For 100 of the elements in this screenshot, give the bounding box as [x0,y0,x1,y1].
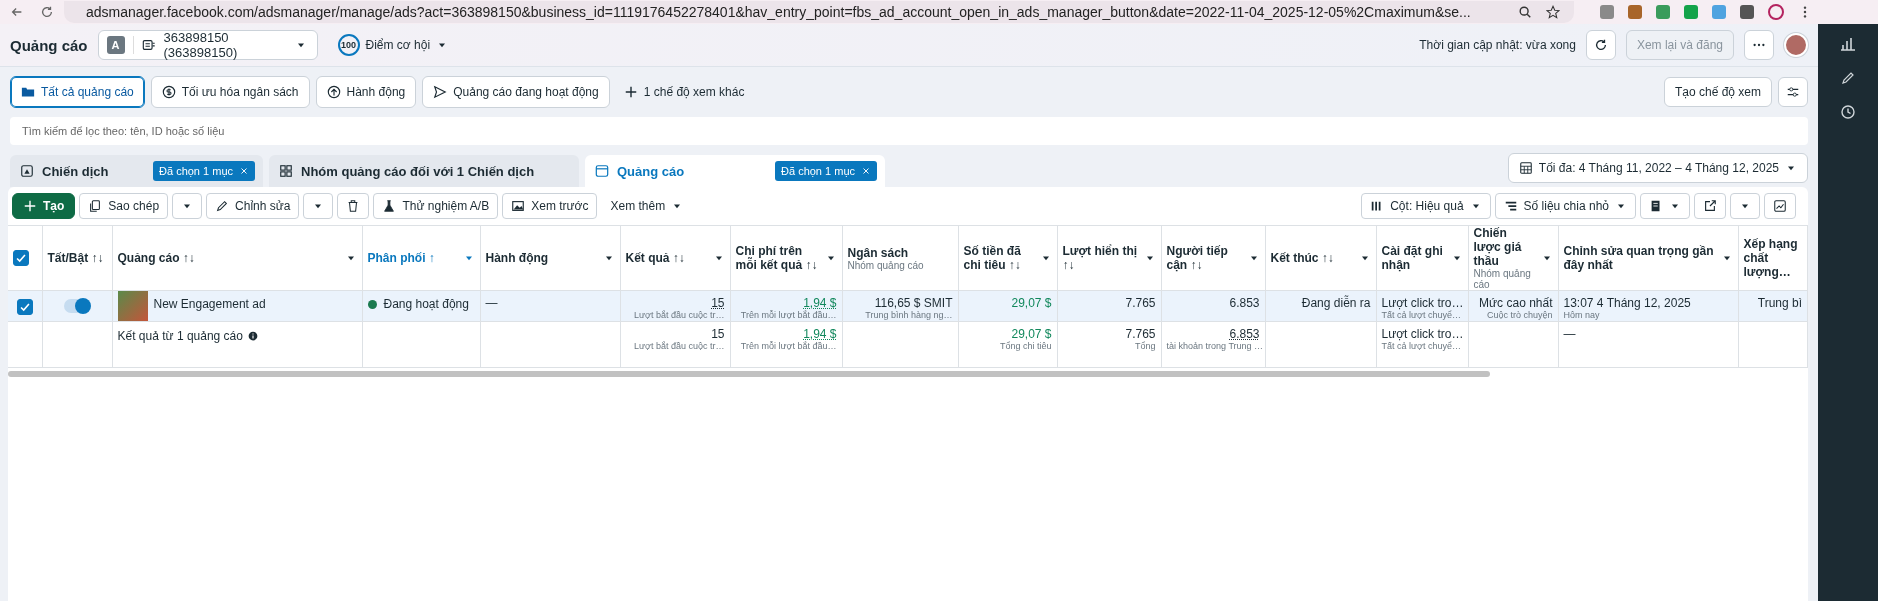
toggle-switch[interactable] [64,299,90,313]
pencil-icon [215,199,230,213]
preview-button[interactable]: Xem trước [502,193,598,219]
view-tab[interactable]: Tối ưu hóa ngân sách [150,76,310,108]
cell-caption: Trên mỗi lượt bắt đầu… [739,341,837,351]
copy-button[interactable]: Sao chép [79,193,169,219]
profile-icon[interactable] [1768,4,1784,20]
search-field[interactable]: Tìm kiếm để lọc theo: tên, ID hoặc số liệu [10,117,1808,145]
reports-button[interactable] [1640,193,1690,219]
ad-name[interactable]: New Engagement ad [153,297,266,311]
cell-caption: Tất cả lượt chuyể… [1381,310,1462,320]
chart-icon [1773,199,1787,213]
summary-label: Kết quả từ 1 quảng cáo [117,329,243,343]
cell-value: Lượt click tro… [1381,327,1463,341]
account-selector[interactable]: A 363898150 (363898150) [97,30,318,60]
view-tab[interactable]: Quảng cáo đang hoạt động [422,76,610,108]
delete-button[interactable] [337,193,370,219]
cell-caption: Tổng [1134,341,1156,351]
cell-caption: Trên mỗi lượt bắt đầu… [739,310,837,320]
cell-value: 1,94 $ [802,296,837,310]
rows-icon [1503,199,1518,213]
cell-value: 1,94 $ [802,327,837,341]
pencil-icon[interactable] [1840,70,1856,86]
view-tab[interactable]: Hành động [315,76,417,108]
create-button[interactable]: Tạo [12,193,76,219]
selection-chip[interactable]: Đã chọn 1 mục [775,161,877,181]
image-icon [511,199,526,213]
account-icon [141,38,156,52]
cell-value: 6.853 [1228,327,1260,341]
level-tab[interactable]: Nhóm quảng cáo đối với 1 Chiến dịch [269,155,579,187]
folder-icon [21,85,35,99]
cell-value: 7.765 [1124,296,1156,310]
url-field[interactable]: adsmanager.facebook.com/adsmanager/manage/ads?act=363898150&business_id=1119176452278401&hav_entry_point=fbs_ad_account_open_in_ads_manager_button&date=2022-11-04_2025-12-05%2Cmaximum&se... [64,1,1574,23]
columns-button[interactable]: Cột: Hiệu quả [1361,193,1491,219]
checkbox[interactable] [16,299,33,315]
clock-icon[interactable] [1840,104,1856,120]
cell-value: 29,07 $ [1010,327,1052,341]
customize-button[interactable] [1778,77,1808,107]
cell-value: 6.853 [1228,296,1260,310]
selection-chip[interactable]: Đã chọn 1 mục [153,161,255,181]
cell-value: 116,65 $ SMIT [873,296,953,310]
star-icon[interactable] [1546,5,1560,19]
reload-icon[interactable] [40,5,54,19]
photo-placeholder [117,291,148,321]
cell-value: 15 [710,327,725,341]
refresh-button[interactable] [1585,30,1616,60]
column-header[interactable]: Kết thúc ↑↓ [1270,251,1371,265]
edit-button[interactable]: Chỉnh sửa [206,193,300,219]
column-header[interactable]: Kết quả ↑↓ [625,251,725,265]
close-icon [239,166,249,176]
date-range-button[interactable]: Tối đa: 4 Tháng 11, 2022 – 4 Tháng 12, 2025 [1507,153,1808,183]
level-tab[interactable]: Quảng cáo Đã chọn 1 mục [585,155,885,187]
column-subtitle: Nhóm quảng cáo [847,259,925,271]
update-time: Thời gian cập nhật: vừa xong [1419,38,1576,52]
checkbox[interactable] [13,250,29,266]
create-view-button[interactable]: Tạo chế độ xem [1663,77,1772,107]
scrollbar-thumb[interactable] [8,371,1490,377]
export-button[interactable] [1694,193,1726,219]
cell-value: 15 [710,296,725,310]
plus-icon [623,85,638,99]
opportunity-score[interactable]: 100 Điểm cơ hội [337,34,449,56]
info-icon[interactable] [247,331,258,341]
plus-icon [23,199,37,213]
refresh-icon [1593,38,1608,52]
bar-chart-icon[interactable] [1840,36,1856,52]
level-tab[interactable]: Chiến dịch Đã chọn 1 mục [10,155,263,187]
back-icon[interactable] [10,5,24,19]
view-tab[interactable]: Tất cả quảng cáo [10,76,145,108]
triangle-square-icon [20,164,34,178]
cell-caption: Cuộc trò chuyện [1485,310,1553,320]
cell-caption: Tất cả lượt chuyể… [1381,341,1462,351]
ab-test-button[interactable]: Thử nghiệm A/B [373,193,499,219]
column-subtitle: Nhóm quảng cáo [1473,268,1532,290]
cell-value: Lượt click tro… [1381,296,1463,310]
page-title: Quảng cáo [10,36,88,54]
more-views-button[interactable]: 1 chế độ xem khác [615,85,753,99]
extension-icon[interactable] [1740,5,1754,19]
calendar-icon [1518,161,1533,175]
breakdown-button[interactable]: Số liệu chia nhỏ [1494,193,1636,219]
copy-icon [88,199,103,213]
cell-value: Đang diễn ra [1300,296,1371,310]
status-text: Đang hoạt động [383,297,469,311]
arrow-up-icon [326,85,341,99]
column-header[interactable]: Phân phối ↑ [367,251,475,265]
avatar[interactable] [1784,33,1808,57]
cell-caption: Tổng chi tiêu [998,341,1052,351]
dollar-icon [161,85,176,99]
cell-caption: Trung bình hàng ng… [864,310,953,320]
account-badge: A [106,36,125,54]
window-icon [595,164,609,178]
search-icon[interactable] [1518,5,1532,19]
column-header[interactable]: Hành động [485,251,615,265]
flask-icon [382,199,397,213]
cell-value: — [1563,327,1577,341]
report-icon [1649,199,1663,213]
column-header[interactable]: Tất/Bật ↑↓ [47,251,107,265]
cell-value: Trung bì [1756,296,1802,310]
cell-caption: Hôm nay [1563,310,1601,320]
chart-button[interactable] [1764,193,1796,219]
cell-caption: tài khoản trong Trung … [1166,341,1260,351]
